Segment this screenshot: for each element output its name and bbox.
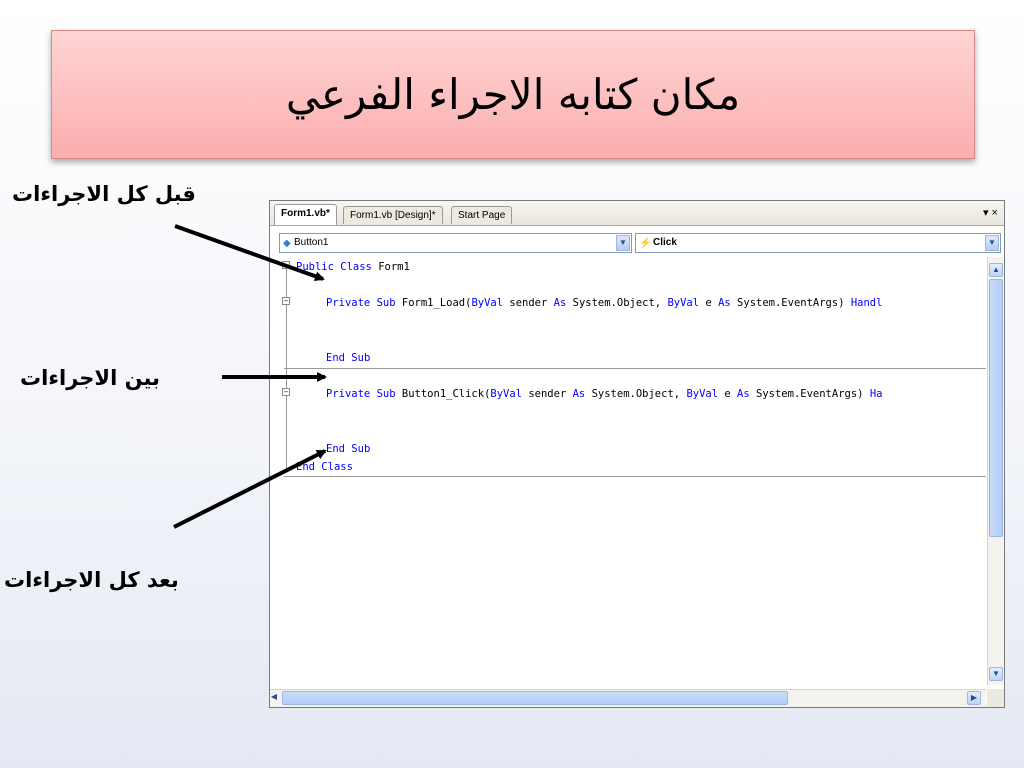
arrow-after-procedures — [173, 449, 327, 529]
arrow-before-procedures — [174, 224, 325, 282]
annotation-arrows — [173, 224, 327, 529]
